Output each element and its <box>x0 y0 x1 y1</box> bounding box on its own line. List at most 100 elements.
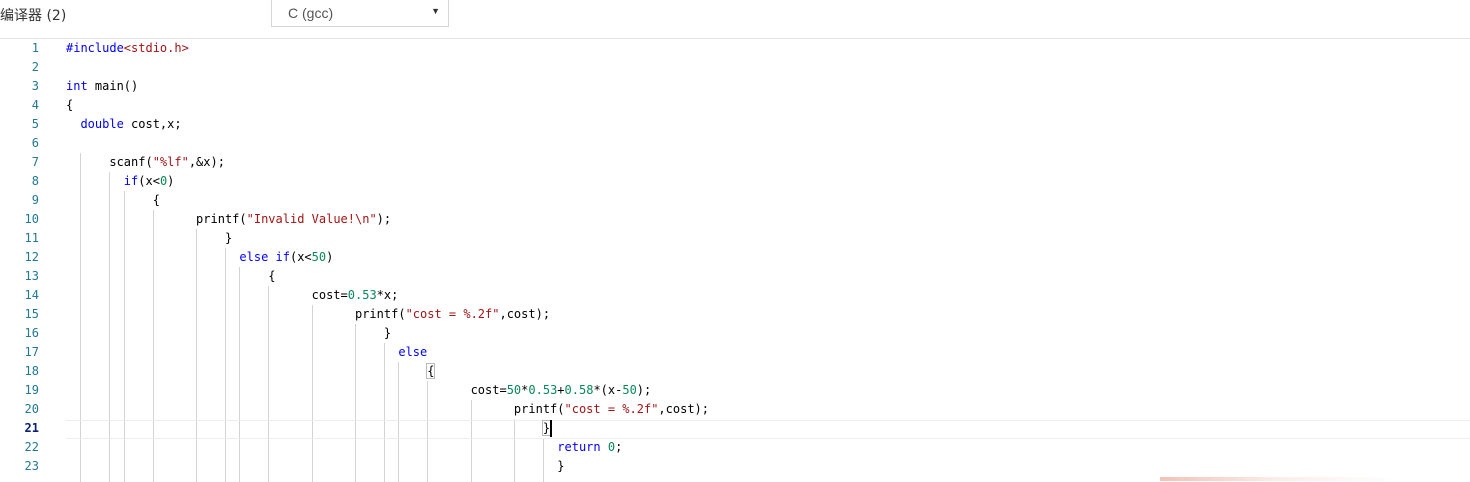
language-select-value: C (gcc) <box>288 5 334 21</box>
code-token: 0.53 <box>347 288 377 302</box>
code-line[interactable]: if(x<0) <box>66 172 175 191</box>
code-token: return <box>557 440 601 454</box>
line-number: 18 <box>24 364 39 378</box>
code-token: "cost = %.2f" <box>564 402 659 416</box>
line-number: 20 <box>24 402 39 416</box>
line-number: 2 <box>31 60 39 74</box>
code-token: ; <box>615 440 623 454</box>
code-token: *x; <box>376 288 399 302</box>
code-line[interactable]: printf("Invalid Value!\n"); <box>66 210 391 229</box>
code-token: } <box>541 420 552 436</box>
code-token: main() <box>87 79 139 93</box>
code-token: int <box>66 79 88 93</box>
code-line[interactable]: cost=50*0.53+0.58*(x-50); <box>66 381 652 400</box>
code-token: { <box>66 193 160 207</box>
code-token: "Invalid Value!\n" <box>246 212 377 226</box>
line-number: 6 <box>31 136 39 150</box>
code-line[interactable]: printf("cost = %.2f",cost); <box>66 400 709 419</box>
line-number: 23 <box>24 459 39 473</box>
line-number: 16 <box>24 326 39 340</box>
line-number: 22 <box>24 440 39 454</box>
code-token: else <box>398 345 428 359</box>
code-token: ) <box>326 250 334 264</box>
line-number: 10 <box>24 212 39 226</box>
code-token: { <box>426 363 436 379</box>
code-token: printf( <box>66 212 247 226</box>
line-number: 19 <box>24 383 39 397</box>
line-number: 4 <box>31 98 39 112</box>
code-line[interactable]: { <box>66 362 436 381</box>
code-token: ,cost); <box>499 307 551 321</box>
decorative-bar <box>1160 477 1400 481</box>
code-token: printf( <box>66 307 406 321</box>
line-number: 1 <box>31 41 39 55</box>
code-line[interactable]: } <box>66 419 552 438</box>
code-token: ,cost); <box>658 402 709 416</box>
code-token: (x< <box>138 174 160 188</box>
code-line[interactable]: #include<stdio.h> <box>66 39 189 58</box>
code-line[interactable]: } <box>66 457 564 476</box>
compiler-label: 编译器 (2) <box>0 8 67 24</box>
code-token: cost= <box>66 383 507 397</box>
code-token: } <box>66 326 392 340</box>
code-line[interactable]: else <box>66 343 427 362</box>
line-number: 12 <box>24 250 39 264</box>
code-line[interactable]: } <box>66 229 232 248</box>
line-number: 15 <box>24 307 39 321</box>
line-number-gutter: 1 2 3 4 5 6 7 8 9 10 11 12 13 14 15 16 17 18 19 20 21 22 23 <box>0 39 54 482</box>
code-token: double <box>80 117 124 131</box>
language-select[interactable]: C (gcc) ▼ <box>271 0 449 27</box>
code-line[interactable]: cost=0.53*x; <box>66 286 399 305</box>
code-token: (x< <box>289 250 312 264</box>
code-token: 50 <box>622 383 637 397</box>
code-line[interactable]: return 0; <box>66 438 622 457</box>
code-token: *(x- <box>593 383 623 397</box>
code-line[interactable]: printf("cost = %.2f",cost); <box>66 305 550 324</box>
code-token: { <box>66 269 276 283</box>
code-editor[interactable]: 1 2 3 4 5 6 7 8 9 10 11 12 13 14 15 16 17 18 19 20 21 22 23 #i… <box>0 38 1470 482</box>
code-token: <stdio.h> <box>123 41 189 55</box>
toolbar: 编译器 (2) C (gcc) ▼ <box>0 0 1470 38</box>
line-number: 17 <box>24 345 39 359</box>
code-token: else <box>239 250 269 264</box>
code-token: 0.58 <box>564 383 594 397</box>
code-line[interactable]: { <box>66 267 276 286</box>
text-cursor <box>550 420 552 437</box>
line-number: 13 <box>24 269 39 283</box>
code-line[interactable]: else if(x<50) <box>66 248 333 267</box>
code-token: 0.53 <box>528 383 558 397</box>
code-token: + <box>557 383 565 397</box>
code-line[interactable]: int main() <box>66 77 138 96</box>
code-line[interactable]: { <box>66 191 160 210</box>
code-token: #include <box>66 41 124 55</box>
code-token: "cost = %.2f" <box>405 307 500 321</box>
code-line[interactable]: } <box>66 324 391 343</box>
code-token: if <box>275 250 290 264</box>
line-number: 5 <box>31 117 39 131</box>
line-number: 11 <box>24 231 39 245</box>
code-line[interactable]: scanf("%lf",&x); <box>66 153 225 172</box>
code-token: 50 <box>506 383 522 397</box>
code-token: "%lf" <box>152 155 189 169</box>
line-number: 8 <box>31 174 39 188</box>
line-number: 14 <box>24 288 39 302</box>
code-line[interactable]: double cost,x; <box>66 115 181 134</box>
code-token: scanf( <box>66 155 153 169</box>
code-token: cost= <box>66 288 348 302</box>
code-token: printf( <box>66 402 565 416</box>
code-token: if <box>123 174 139 188</box>
code-token: ,&x); <box>188 155 225 169</box>
chevron-down-icon: ▼ <box>431 6 440 16</box>
code-line[interactable]: { <box>66 96 73 115</box>
code-token: 50 <box>311 250 327 264</box>
code-token: ); <box>636 383 652 397</box>
